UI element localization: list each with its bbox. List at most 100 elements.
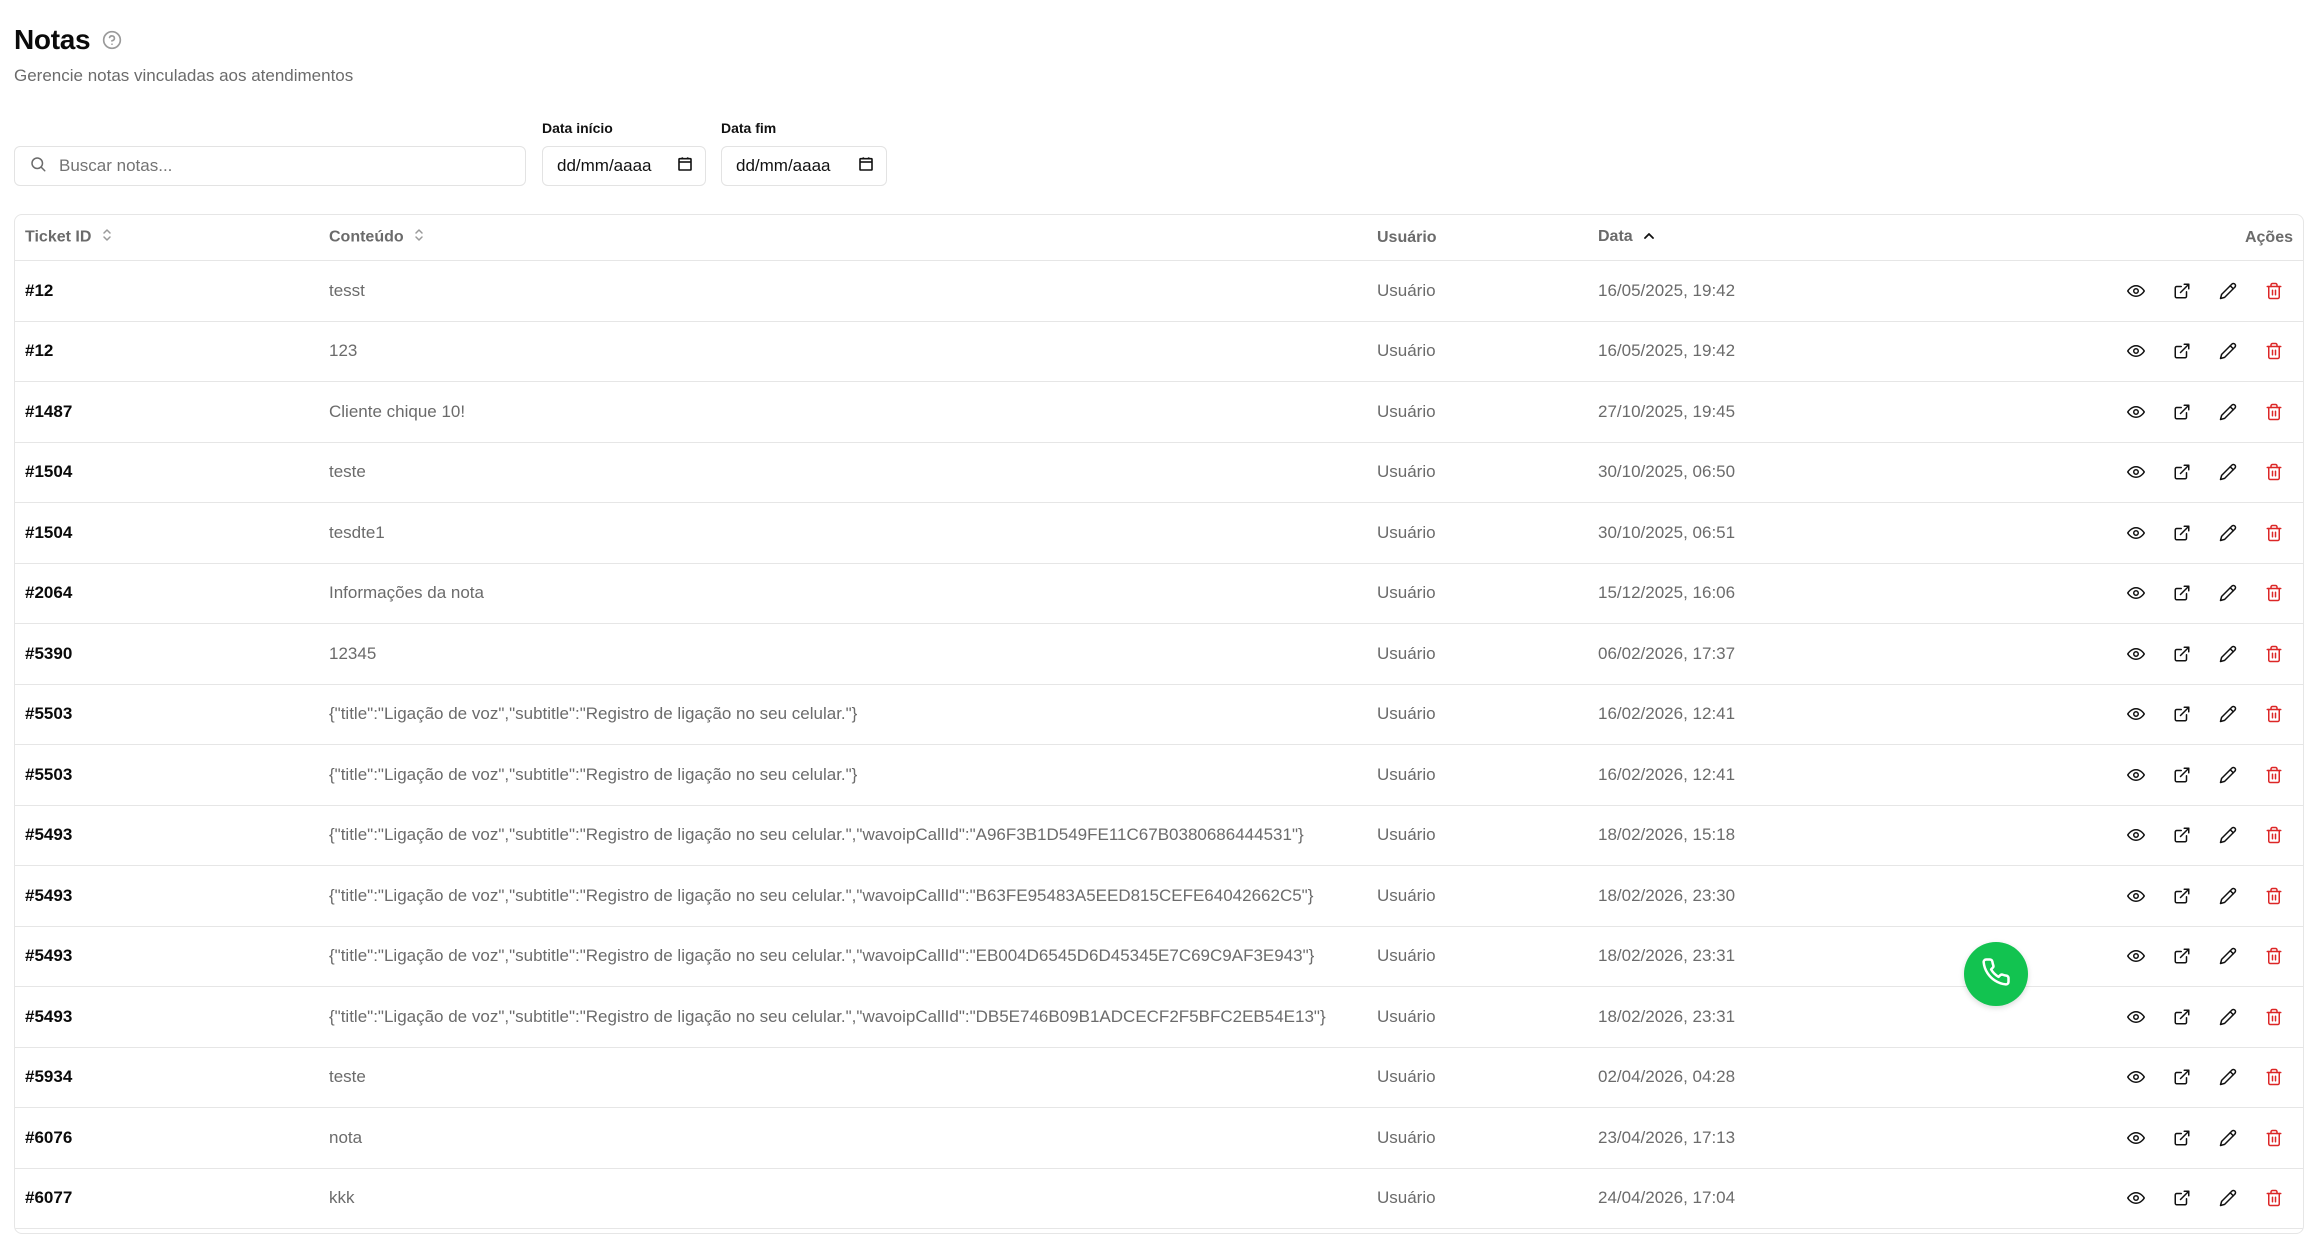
calendar-icon[interactable] — [858, 156, 874, 177]
view-note-button[interactable] — [2123, 1064, 2149, 1090]
table-row[interactable]: #1504 tesdte1 Usuário 30/10/2025, 06:51 — [15, 502, 2303, 564]
delete-note-button[interactable] — [2261, 278, 2287, 304]
view-note-button[interactable] — [2123, 459, 2149, 485]
edit-note-button[interactable] — [2215, 1064, 2241, 1090]
open-ticket-button[interactable] — [2169, 943, 2195, 969]
view-note-button[interactable] — [2123, 1125, 2149, 1151]
view-note-button[interactable] — [2123, 641, 2149, 667]
view-note-button[interactable] — [2123, 943, 2149, 969]
date-cell: 18/02/2026, 15:18 — [1598, 805, 1898, 866]
delete-note-button[interactable] — [2261, 459, 2287, 485]
table-row[interactable]: #2064 Informações da nota Usuário 15/12/202… — [15, 563, 2303, 624]
delete-note-button[interactable] — [2261, 762, 2287, 788]
date-end-input[interactable]: dd/mm/aaaa — [721, 146, 887, 186]
open-ticket-button[interactable] — [2169, 1064, 2195, 1090]
delete-note-button[interactable] — [2261, 943, 2287, 969]
open-ticket-button[interactable] — [2169, 701, 2195, 727]
open-ticket-button[interactable] — [2169, 278, 2195, 304]
view-note-button[interactable] — [2123, 399, 2149, 425]
open-ticket-button[interactable] — [2169, 520, 2195, 546]
table-row[interactable]: #6077 kkk Usuário 24/04/2026, 17:04 — [15, 1168, 2303, 1229]
table-row[interactable]: #5934 teste Usuário 02/04/2026, 04:28 — [15, 1047, 2303, 1108]
table-row[interactable]: #5493 {"title":"Ligação de voz","subtitle… — [15, 986, 2303, 1048]
view-note-button[interactable] — [2123, 822, 2149, 848]
edit-note-button[interactable] — [2215, 399, 2241, 425]
delete-note-button[interactable] — [2261, 701, 2287, 727]
calendar-icon[interactable] — [677, 156, 693, 177]
delete-note-button[interactable] — [2261, 822, 2287, 848]
table-row[interactable]: #12 123 Usuário 16/05/2025, 19:42 — [15, 321, 2303, 382]
table-row[interactable]: #5390 12345 Usuário 06/02/2026, 17:37 — [15, 623, 2303, 685]
table-row[interactable]: #5503 {"title":"Ligação de voz","subtitle… — [15, 744, 2303, 806]
eye-icon — [2127, 705, 2145, 723]
delete-note-button[interactable] — [2261, 1125, 2287, 1151]
open-ticket-button[interactable] — [2169, 1125, 2195, 1151]
open-ticket-button[interactable] — [2169, 641, 2195, 667]
edit-note-button[interactable] — [2215, 520, 2241, 546]
edit-note-button[interactable] — [2215, 1004, 2241, 1030]
view-note-button[interactable] — [2123, 1004, 2149, 1030]
search-box[interactable] — [14, 146, 526, 186]
help-circle-icon[interactable] — [102, 30, 122, 50]
delete-note-button[interactable] — [2261, 883, 2287, 909]
edit-note-button[interactable] — [2215, 701, 2241, 727]
delete-note-button[interactable] — [2261, 1185, 2287, 1211]
table-row[interactable]: #1487 Cliente chique 10! Usuário 27/10/2025… — [15, 381, 2303, 443]
delete-note-button[interactable] — [2261, 580, 2287, 606]
edit-note-button[interactable] — [2215, 822, 2241, 848]
pencil-icon — [2219, 766, 2237, 784]
table-row[interactable]: #6076 nota Usuário 23/04/2026, 17:13 — [15, 1107, 2303, 1169]
edit-note-button[interactable] — [2215, 1125, 2241, 1151]
search-input[interactable] — [57, 155, 501, 177]
edit-note-button[interactable] — [2215, 278, 2241, 304]
delete-note-button[interactable] — [2261, 520, 2287, 546]
open-ticket-button[interactable] — [2169, 459, 2195, 485]
open-ticket-button[interactable] — [2169, 822, 2195, 848]
edit-note-button[interactable] — [2215, 883, 2241, 909]
date-cell: 30/10/2025, 06:51 — [1598, 502, 1898, 564]
edit-note-button[interactable] — [2215, 1185, 2241, 1211]
edit-note-button[interactable] — [2215, 338, 2241, 364]
delete-note-button[interactable] — [2261, 641, 2287, 667]
table-row[interactable]: #5503 {"title":"Ligação de voz","subtitle… — [15, 684, 2303, 745]
edit-note-button[interactable] — [2215, 459, 2241, 485]
edit-note-button[interactable] — [2215, 580, 2241, 606]
view-note-button[interactable] — [2123, 883, 2149, 909]
view-note-button[interactable] — [2123, 580, 2149, 606]
view-note-button[interactable] — [2123, 701, 2149, 727]
open-ticket-button[interactable] — [2169, 399, 2195, 425]
open-ticket-button[interactable] — [2169, 762, 2195, 788]
delete-note-button[interactable] — [2261, 399, 2287, 425]
delete-note-button[interactable] — [2261, 1004, 2287, 1030]
table-row[interactable]: #5493 {"title":"Ligação de voz","subtitle… — [15, 805, 2303, 866]
open-ticket-button[interactable] — [2169, 338, 2195, 364]
view-note-button[interactable] — [2123, 1185, 2149, 1211]
table-row[interactable]: #12 tesst Usuário 16/05/2025, 19:42 — [15, 260, 2303, 322]
edit-note-button[interactable] — [2215, 943, 2241, 969]
view-note-button[interactable] — [2123, 762, 2149, 788]
open-ticket-button[interactable] — [2169, 1185, 2195, 1211]
open-ticket-button[interactable] — [2169, 580, 2195, 606]
eye-icon — [2127, 524, 2145, 542]
user-cell: Usuário — [1377, 260, 1598, 322]
table-row[interactable]: #1504 teste Usuário 30/10/2025, 06:50 — [15, 442, 2303, 503]
table-row[interactable]: #5493 {"title":"Ligação de voz","subtitle… — [15, 865, 2303, 927]
delete-note-button[interactable] — [2261, 338, 2287, 364]
trash-icon — [2265, 1189, 2283, 1207]
header-ticket-id[interactable]: Ticket ID — [15, 215, 329, 261]
open-ticket-button[interactable] — [2169, 1004, 2195, 1030]
table-row[interactable]: #5493 {"title":"Ligação de voz","subtitle… — [15, 926, 2303, 987]
view-note-button[interactable] — [2123, 338, 2149, 364]
row-actions — [1898, 641, 2293, 667]
view-note-button[interactable] — [2123, 278, 2149, 304]
delete-note-button[interactable] — [2261, 1064, 2287, 1090]
header-content[interactable]: Conteúdo — [329, 215, 1377, 261]
header-date[interactable]: Data — [1598, 215, 1898, 261]
date-start-input[interactable]: dd/mm/aaaa — [542, 146, 706, 186]
call-fab-button[interactable] — [1964, 942, 2028, 1006]
open-ticket-button[interactable] — [2169, 883, 2195, 909]
external-link-icon — [2173, 947, 2191, 965]
edit-note-button[interactable] — [2215, 641, 2241, 667]
view-note-button[interactable] — [2123, 520, 2149, 546]
edit-note-button[interactable] — [2215, 762, 2241, 788]
